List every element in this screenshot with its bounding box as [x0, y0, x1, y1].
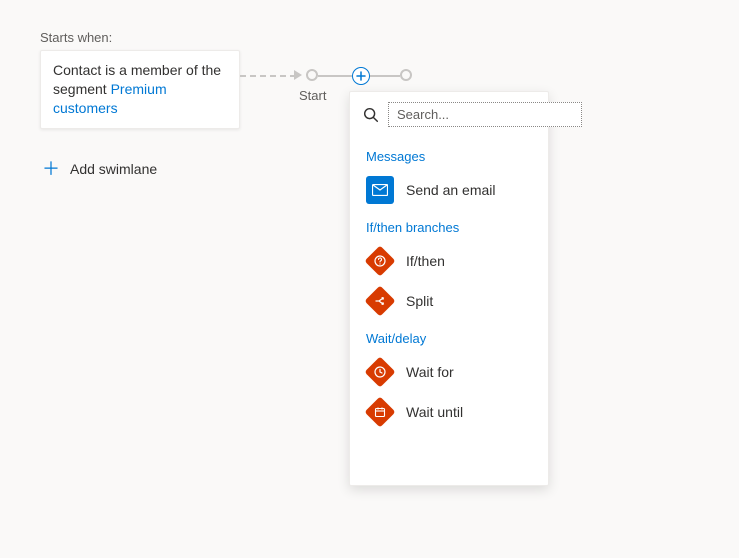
start-node[interactable] [306, 69, 318, 81]
item-wait-until[interactable]: Wait until [350, 392, 548, 432]
search-row [350, 92, 548, 135]
item-send-email[interactable]: Send an email [350, 170, 548, 210]
dropdown-body[interactable]: Messages Send an email If/then branches … [350, 135, 548, 485]
connector-solid [318, 75, 352, 77]
mail-icon [366, 176, 394, 204]
clock-icon [364, 356, 395, 387]
split-icon [364, 285, 395, 316]
question-icon [364, 245, 395, 276]
item-split[interactable]: Split [350, 281, 548, 321]
connector-dashed [240, 75, 296, 77]
item-label: Wait for [406, 364, 454, 380]
add-step-node[interactable] [352, 67, 370, 85]
search-icon [362, 106, 380, 124]
item-label: Split [406, 293, 433, 309]
item-label: Wait until [406, 404, 463, 420]
item-wait-for[interactable]: Wait for [350, 352, 548, 392]
starts-when-label: Starts when: [40, 30, 112, 45]
group-label-messages: Messages [350, 139, 548, 170]
search-input[interactable] [388, 102, 582, 127]
connector-solid-2 [370, 75, 400, 77]
arrowhead-icon [294, 70, 302, 80]
plus-icon: ＋ [42, 160, 60, 178]
add-swimlane-label: Add swimlane [70, 161, 157, 177]
end-node [400, 69, 412, 81]
start-node-label: Start [299, 88, 326, 103]
calendar-icon [364, 396, 395, 427]
item-if-then[interactable]: If/then [350, 241, 548, 281]
group-label-branches: If/then branches [350, 210, 548, 241]
add-step-dropdown: Messages Send an email If/then branches … [349, 91, 549, 486]
group-label-wait: Wait/delay [350, 321, 548, 352]
plus-icon [356, 71, 366, 81]
item-label: If/then [406, 253, 445, 269]
item-label: Send an email [406, 182, 496, 198]
start-condition-card[interactable]: Contact is a member of the segment Premi… [40, 50, 240, 129]
add-swimlane-button[interactable]: ＋ Add swimlane [42, 160, 157, 178]
